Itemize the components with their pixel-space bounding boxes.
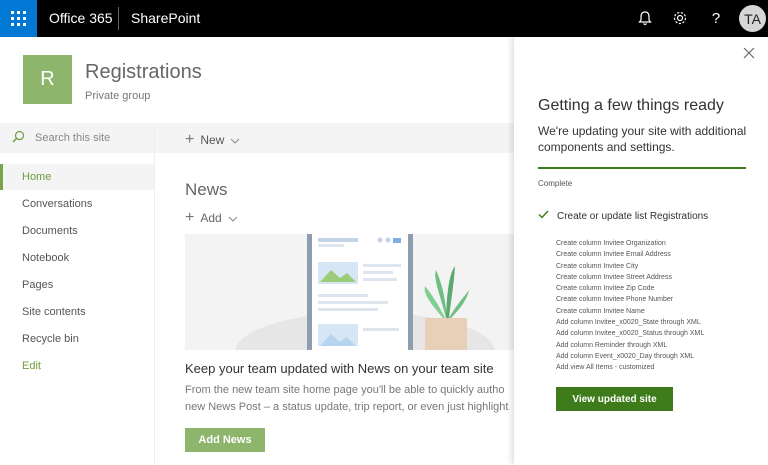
panel-description: We're updating your site with additional… — [538, 124, 747, 154]
site-privacy-label: Private group — [85, 90, 151, 102]
search-input[interactable]: Search this site — [0, 123, 154, 153]
chevron-down-icon — [228, 211, 238, 225]
progress-bar-fill — [538, 167, 746, 169]
close-icon[interactable] — [742, 47, 756, 61]
step-item: Create column Invitee Zip Code — [556, 285, 655, 293]
step-item: Add column Reminder through XML — [556, 341, 668, 349]
checkmark-icon — [538, 210, 549, 222]
office-365-link[interactable]: Office 365 — [49, 10, 113, 26]
add-news-dropdown[interactable]: + Add — [185, 209, 238, 227]
new-button-label: New — [200, 133, 225, 147]
sharepoint-link[interactable]: SharePoint — [131, 10, 200, 26]
progress-status: Complete — [538, 179, 573, 188]
site-update-panel: Getting a few things ready We're updatin… — [514, 37, 768, 465]
step-item: Add column Invitee_x0020_Status through … — [556, 330, 705, 338]
gear-icon[interactable] — [670, 8, 690, 28]
news-illustration — [185, 234, 515, 350]
nav-item-pages[interactable]: Pages — [0, 272, 154, 298]
news-body-line-2: new News Post – a status update, trip re… — [185, 401, 509, 413]
view-updated-site-button[interactable]: View updated site — [556, 387, 673, 411]
news-body: From the new team site home page you'll … — [185, 382, 515, 416]
step-item: Create column Invitee Email Address — [556, 251, 671, 259]
news-headline: Keep your team updated with News on your… — [185, 361, 494, 376]
progress-bar — [538, 167, 746, 169]
brand-divider — [118, 7, 119, 30]
bell-icon[interactable] — [635, 8, 655, 28]
suite-bar: Office 365 SharePoint ? TA — [0, 0, 768, 37]
step-item: Create column Invitee Name — [556, 307, 645, 315]
app-launcher-icon[interactable] — [0, 0, 37, 37]
chevron-down-icon — [230, 133, 240, 147]
step-item: Add column Event_x0020_Day through XML — [556, 352, 695, 360]
step-list: Create column Invitee Organization Creat… — [556, 238, 704, 374]
step-item: Create column Invitee Street Address — [556, 273, 672, 281]
nav-item-site-contents[interactable]: Site contents — [0, 299, 154, 325]
search-placeholder: Search this site — [35, 132, 111, 144]
step-item: Add column Invitee_x0020_State through X… — [556, 319, 701, 327]
task-label: Create or update list Registrations — [557, 210, 709, 222]
nav-item-recycle-bin[interactable]: Recycle bin — [0, 326, 154, 352]
add-label: Add — [200, 211, 222, 225]
step-item: Add view All Items - customized — [556, 364, 655, 372]
search-icon — [12, 130, 25, 146]
nav-item-conversations[interactable]: Conversations — [0, 191, 154, 217]
site-title[interactable]: Registrations — [85, 61, 202, 84]
step-item: Create column Invitee Organization — [556, 240, 666, 247]
news-body-line-1: From the new team site home page you'll … — [185, 384, 505, 396]
nav-item-documents[interactable]: Documents — [0, 218, 154, 244]
site-logo[interactable]: R — [23, 55, 72, 104]
plus-icon: + — [185, 209, 195, 226]
new-button[interactable]: + New — [185, 131, 240, 149]
task-row: Create or update list Registrations — [538, 210, 708, 222]
nav-item-home[interactable]: Home — [0, 164, 154, 190]
nav-edit-link[interactable]: Edit — [0, 353, 154, 379]
help-icon[interactable]: ? — [706, 8, 726, 28]
step-item: Create column Invitee Phone Number — [556, 296, 674, 304]
step-item: Create column Invitee City — [556, 262, 639, 270]
avatar[interactable]: TA — [739, 5, 766, 32]
nav-item-notebook[interactable]: Notebook — [0, 245, 154, 271]
panel-title: Getting a few things ready — [538, 97, 724, 114]
news-section-title: News — [185, 180, 228, 199]
plus-icon: + — [185, 131, 195, 148]
add-news-button[interactable]: Add News — [185, 428, 265, 452]
